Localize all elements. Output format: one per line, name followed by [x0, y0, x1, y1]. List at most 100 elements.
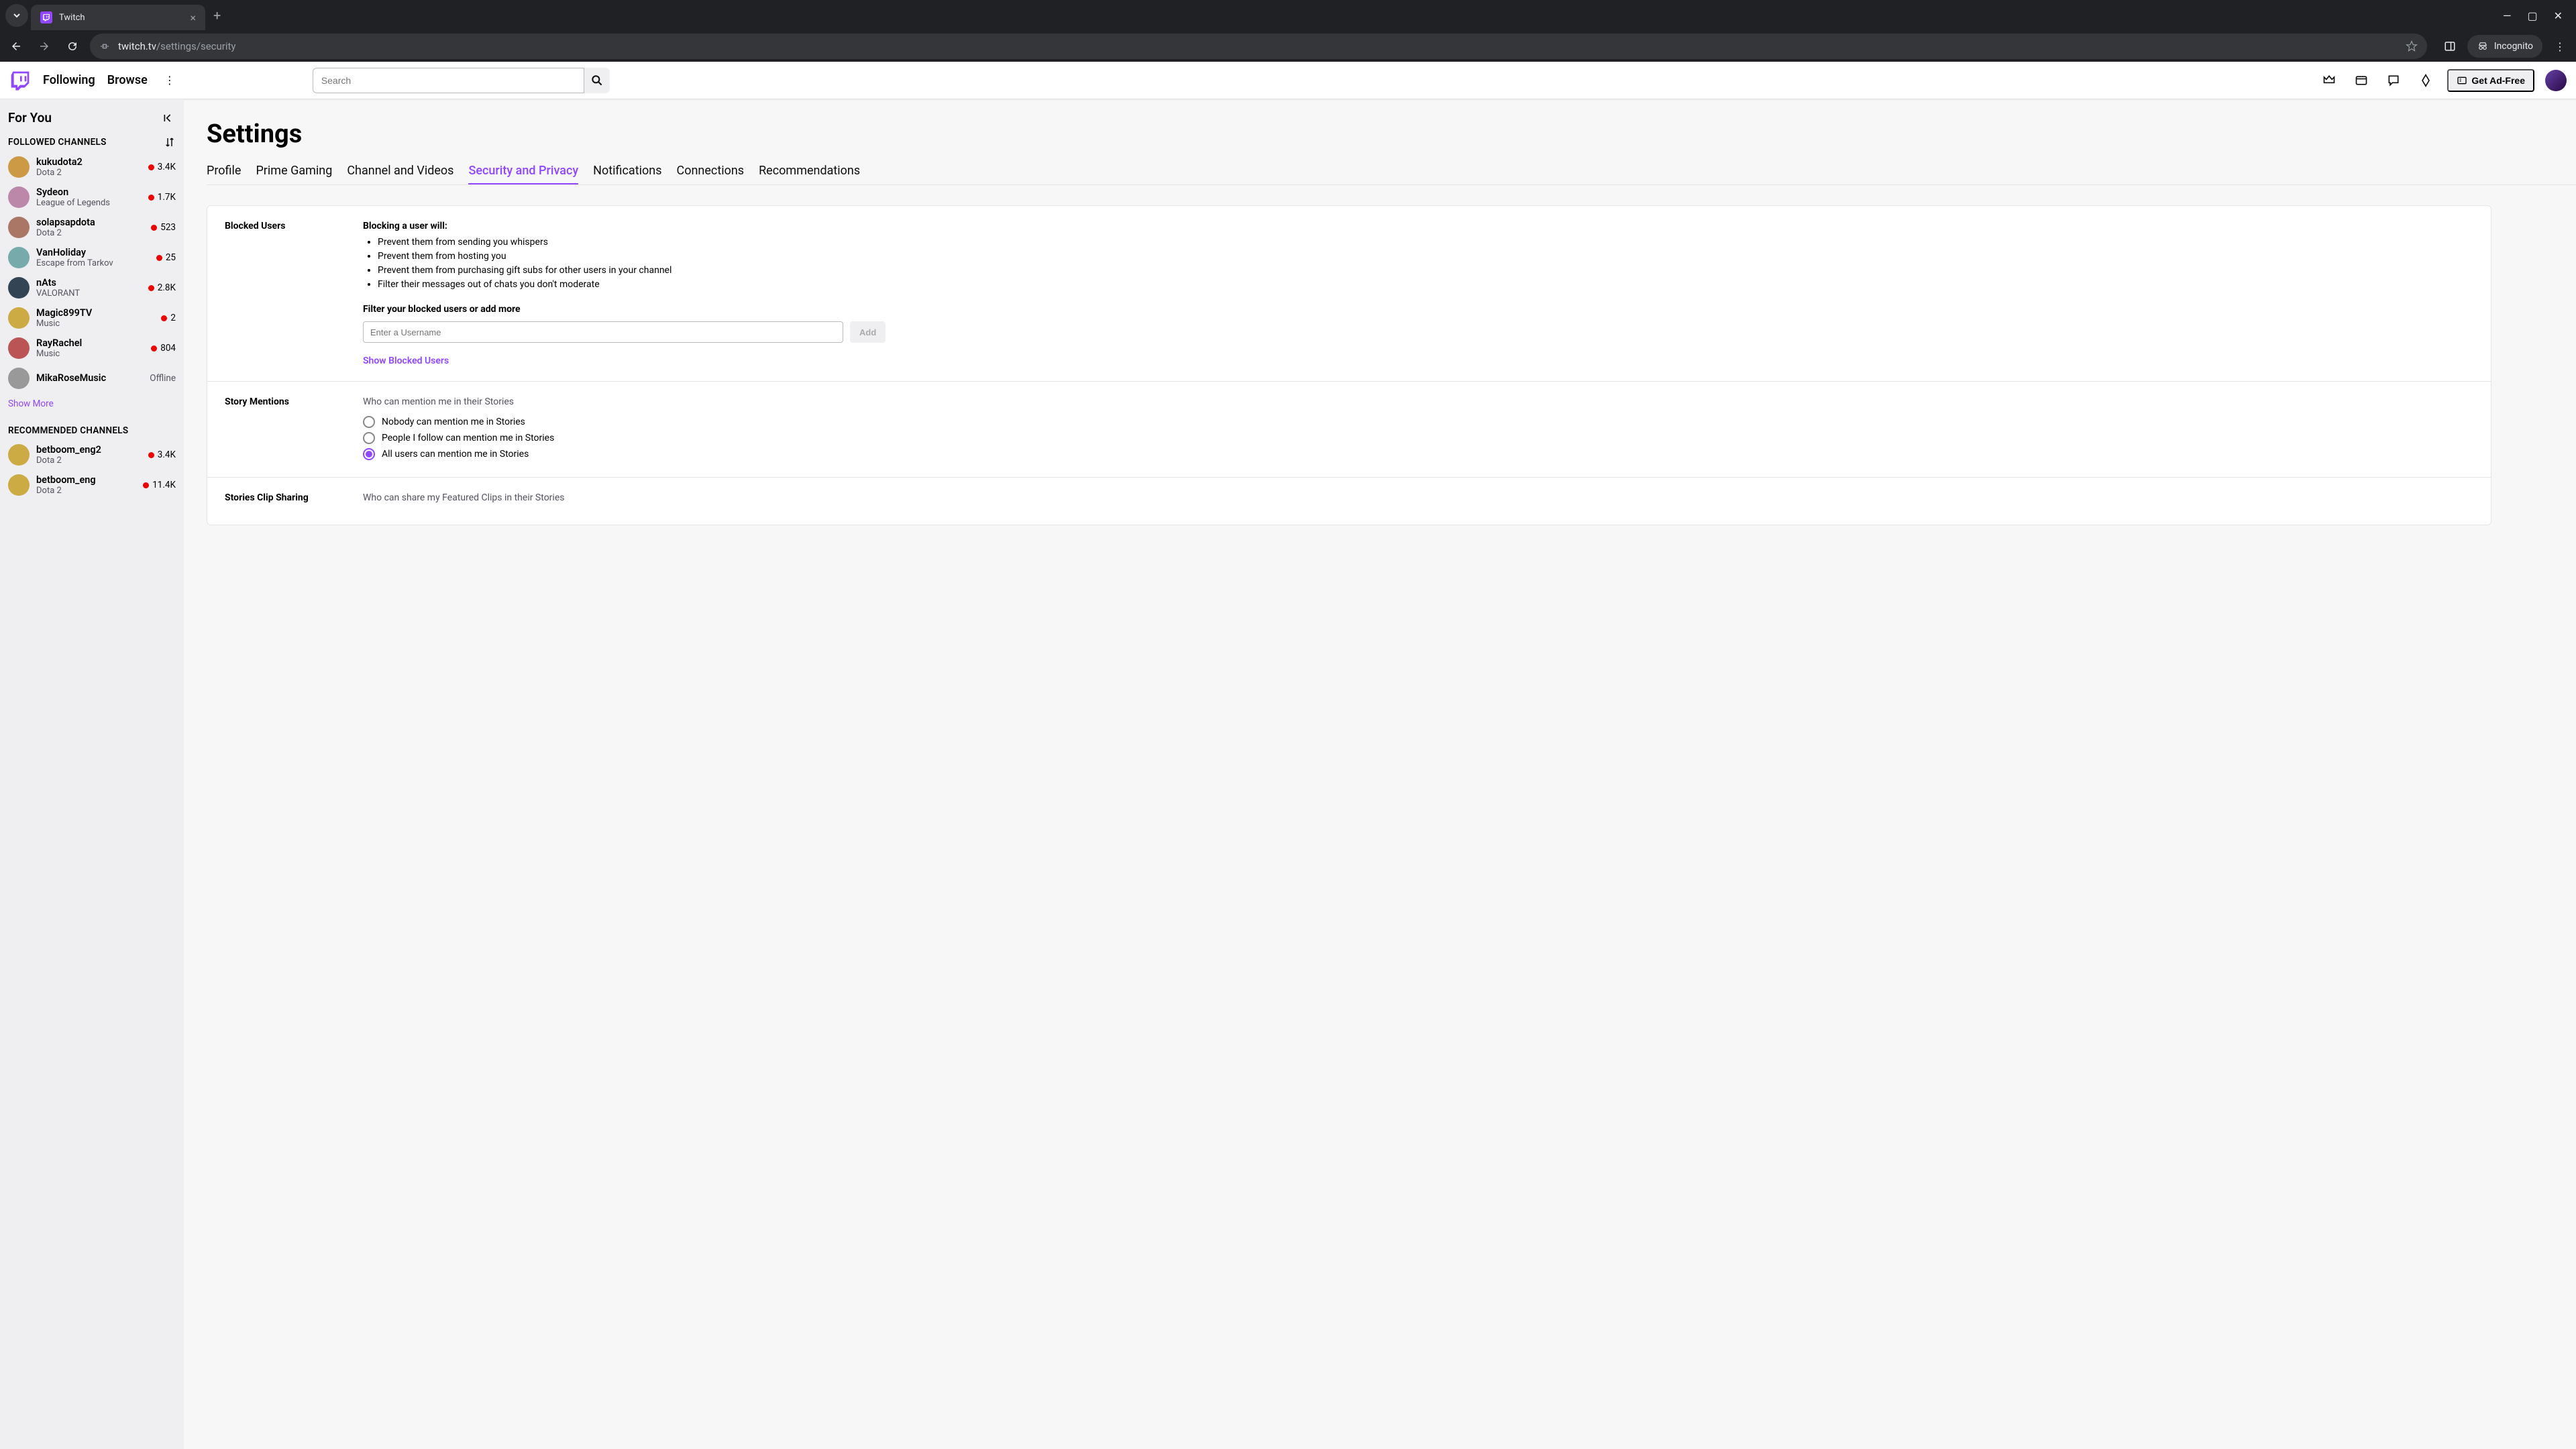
adfree-icon [2457, 75, 2467, 86]
add-blocked-button[interactable]: Add [850, 321, 885, 343]
window-controls: — ▢ ✕ [2503, 9, 2573, 22]
channel-avatar [8, 368, 30, 389]
live-dot-icon [161, 315, 167, 321]
tab-security-and-privacy[interactable]: Security and Privacy [468, 161, 578, 184]
search-input[interactable] [313, 68, 584, 93]
live-dot-icon [148, 195, 154, 201]
channel-offline: Offline [150, 373, 176, 384]
prime-loot-icon[interactable] [2318, 70, 2340, 91]
close-window-icon[interactable]: ✕ [2554, 9, 2563, 22]
channel-item[interactable]: betboom_eng2 Dota 2 3.4K [7, 440, 177, 470]
blocked-username-input[interactable] [363, 321, 843, 343]
live-dot-icon [148, 164, 154, 170]
channel-name: MikaRoseMusic [36, 372, 143, 384]
tab-recommendations[interactable]: Recommendations [759, 161, 860, 184]
reload-button[interactable] [62, 36, 83, 57]
minimize-icon[interactable]: — [2503, 9, 2512, 22]
live-dot-icon [148, 452, 154, 458]
channel-game: Dota 2 [36, 486, 136, 496]
channel-avatar [8, 337, 30, 359]
channel-name: betboom_eng [36, 474, 136, 486]
settings-tabs: Profile Prime Gaming Channel and Videos Sec… [207, 161, 2576, 185]
incognito-icon [2477, 40, 2489, 52]
top-nav: Following Browse ⋮ Get Ad-Free [0, 62, 2576, 99]
channel-viewers: 3.4K [148, 162, 176, 172]
page-title: Settings [207, 119, 2576, 149]
tab-close-icon[interactable]: × [190, 11, 196, 24]
nav-following[interactable]: Following [43, 73, 95, 87]
filter-blocked-label: Filter your blocked users or add more [363, 304, 2473, 315]
story-mentions-label: Story Mentions [225, 396, 363, 462]
get-adfree-button[interactable]: Get Ad-Free [2447, 69, 2534, 92]
story-mentions-row: Story Mentions Who can mention me in the… [207, 381, 2491, 477]
bookmark-icon[interactable] [2406, 40, 2418, 52]
twitch-logo-icon[interactable] [9, 70, 31, 91]
tab-prime-gaming[interactable]: Prime Gaming [256, 161, 332, 184]
channel-item[interactable]: betboom_eng Dota 2 11.4K [7, 470, 177, 500]
channel-game: Music [36, 319, 154, 329]
channel-name: Sydeon [36, 186, 142, 198]
browser-menu-button[interactable]: ⋮ [2549, 36, 2571, 57]
story-mention-radio[interactable]: People I follow can mention me in Storie… [363, 430, 2473, 446]
url-bar[interactable]: twitch.tv/settings/security [90, 34, 2427, 59]
tab-search-button[interactable] [5, 4, 28, 27]
tab-channel-and-videos[interactable]: Channel and Videos [347, 161, 453, 184]
story-mention-radio[interactable]: Nobody can mention me in Stories [363, 414, 2473, 430]
channel-item[interactable]: RayRachel Music 804 [7, 333, 177, 364]
tab-title: Twitch [59, 13, 183, 23]
bits-icon[interactable] [2415, 70, 2436, 91]
titlebar: Twitch × + — ▢ ✕ [0, 0, 2576, 31]
blocking-bullet: Prevent them from purchasing gift subs f… [378, 264, 2473, 278]
channel-item[interactable]: Magic899TV Music 2 [7, 303, 177, 333]
channel-game: VALORANT [36, 288, 142, 299]
user-avatar[interactable] [2545, 70, 2567, 91]
new-tab-button[interactable]: + [213, 7, 221, 23]
radio-icon [363, 432, 375, 444]
sort-icon[interactable] [164, 136, 176, 148]
back-button[interactable] [5, 36, 27, 57]
side-panel-button[interactable] [2439, 36, 2461, 57]
story-mention-radio[interactable]: All users can mention me in Stories [363, 446, 2473, 462]
channel-avatar [8, 277, 30, 299]
channel-item[interactable]: kukudota2 Dota 2 3.4K [7, 152, 177, 182]
incognito-badge[interactable]: Incognito [2467, 35, 2542, 58]
browser-tab[interactable]: Twitch × [31, 5, 205, 30]
show-blocked-link[interactable]: Show Blocked Users [363, 356, 449, 366]
tab-connections[interactable]: Connections [676, 161, 744, 184]
live-dot-icon [156, 255, 162, 261]
tab-profile[interactable]: Profile [207, 161, 241, 184]
url-text: twitch.tv/settings/security [118, 40, 236, 52]
channel-avatar [8, 186, 30, 208]
recommended-list: betboom_eng2 Dota 2 3.4K betboom_eng Dot… [7, 440, 177, 500]
channel-item[interactable]: VanHoliday Escape from Tarkov 25 [7, 243, 177, 273]
search-button[interactable] [584, 68, 610, 93]
channel-game: Escape from Tarkov [36, 258, 150, 269]
channel-item[interactable]: solapsapdota Dota 2 523 [7, 213, 177, 243]
channel-name: betboom_eng2 [36, 444, 142, 455]
clip-sharing-label: Stories Clip Sharing [225, 492, 363, 510]
live-dot-icon [143, 482, 149, 488]
nav-browse[interactable]: Browse [107, 73, 148, 87]
channel-item[interactable]: MikaRoseMusic Offline [7, 364, 177, 393]
site-info-icon[interactable] [99, 41, 110, 52]
whispers-icon[interactable] [2383, 70, 2404, 91]
radio-icon [363, 416, 375, 428]
channel-game: League of Legends [36, 198, 142, 209]
forward-button[interactable] [34, 36, 55, 57]
channel-item[interactable]: nAts VALORANT 2.8K [7, 273, 177, 303]
inbox-icon[interactable] [2351, 70, 2372, 91]
channel-name: solapsapdota [36, 217, 144, 228]
clip-sharing-desc: Who can share my Featured Clips in their… [363, 492, 2473, 503]
channel-game: Dota 2 [36, 455, 142, 466]
channel-name: Magic899TV [36, 307, 154, 319]
show-more-link[interactable]: Show More [7, 393, 177, 421]
channel-name: VanHoliday [36, 247, 150, 258]
channel-viewers: 523 [151, 222, 176, 233]
channel-game: Dota 2 [36, 168, 142, 178]
collapse-sidebar-icon[interactable] [162, 111, 176, 125]
nav-more-button[interactable]: ⋮ [160, 70, 180, 91]
tab-notifications[interactable]: Notifications [593, 161, 661, 184]
channel-item[interactable]: Sydeon League of Legends 1.7K [7, 182, 177, 213]
radio-label: All users can mention me in Stories [382, 449, 529, 460]
maximize-icon[interactable]: ▢ [2527, 9, 2537, 22]
